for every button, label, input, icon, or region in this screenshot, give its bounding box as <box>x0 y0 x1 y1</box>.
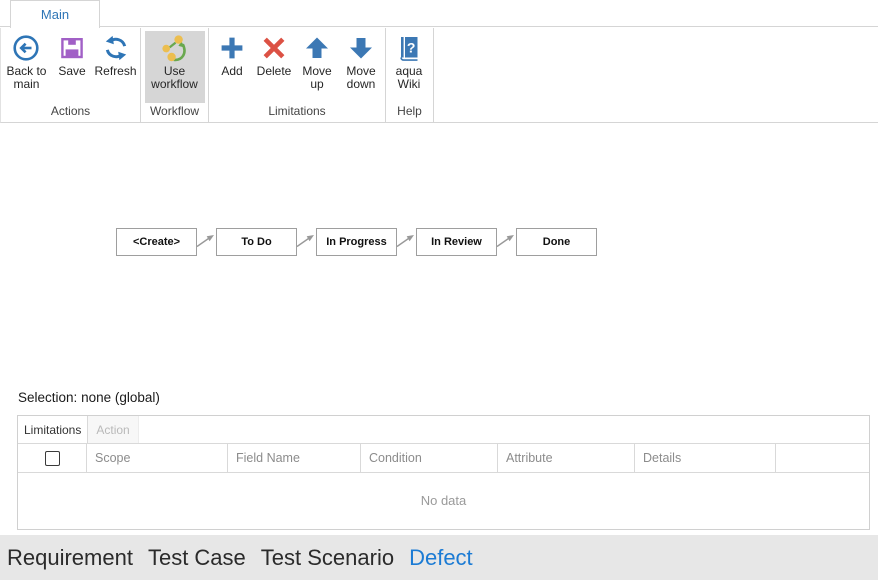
ribbon-group-help: ? aqua Wiki Help <box>386 28 434 122</box>
column-header-details[interactable]: Details <box>635 444 776 472</box>
tab-main[interactable]: Main <box>10 0 100 28</box>
item-type-requirement[interactable]: Requirement <box>7 545 133 571</box>
aqua-wiki-button[interactable]: ? aqua Wiki <box>387 31 431 103</box>
workflow-transition-arrow <box>197 228 216 256</box>
add-button[interactable]: Add <box>212 31 252 103</box>
header-checkbox-cell <box>18 444 87 472</box>
back-icon <box>12 34 40 62</box>
limitations-grid-header: Scope Field Name Condition Attribute Det… <box>18 444 869 473</box>
back-to-main-button[interactable]: Back to main <box>3 31 50 103</box>
panel-tab-strip: Limitations Action <box>18 416 869 444</box>
selection-label: Selection: <box>18 390 77 405</box>
ribbon-group-actions: Back to main Save <box>1 28 141 122</box>
tab-main-label: Main <box>41 7 69 22</box>
item-type-bar: Requirement Test Case Test Scenario Defe… <box>0 535 878 580</box>
ribbon: Back to main Save <box>0 28 878 123</box>
wiki-help-icon: ? <box>395 34 423 62</box>
column-header-condition[interactable]: Condition <box>361 444 498 472</box>
button-label: Use workflow <box>145 65 205 91</box>
button-label: Delete <box>257 65 292 78</box>
workflow-step-label: <Create> <box>133 236 180 248</box>
workflow-step-create[interactable]: <Create> <box>116 228 197 256</box>
item-type-defect[interactable]: Defect <box>409 545 473 571</box>
workflow-step-label: Done <box>543 236 571 248</box>
use-workflow-icon <box>161 34 189 62</box>
ribbon-group-label: Limitations <box>209 103 385 122</box>
button-label: Back to main <box>3 65 50 91</box>
panel-tab-label: Action <box>96 423 129 437</box>
button-label: Save <box>58 65 85 78</box>
button-label: Move down <box>338 65 384 91</box>
svg-text:?: ? <box>407 40 416 56</box>
panel-tab-action: Action <box>88 416 138 443</box>
workflow-step-label: In Review <box>431 236 482 248</box>
item-type-test-scenario[interactable]: Test Scenario <box>261 545 394 571</box>
limitations-grid-body: No data <box>18 473 869 527</box>
ribbon-group-label: Actions <box>1 103 140 122</box>
move-down-icon <box>347 34 375 62</box>
move-down-button[interactable]: Move down <box>338 31 384 103</box>
save-button[interactable]: Save <box>52 31 92 103</box>
panel-tab-limitations[interactable]: Limitations <box>18 416 88 443</box>
workflow-transition-arrow <box>497 228 516 256</box>
refresh-icon <box>102 34 130 62</box>
workflow-step-done[interactable]: Done <box>516 228 597 256</box>
ribbon-group-label: Help <box>386 103 433 122</box>
workflow-step-label: To Do <box>241 236 271 248</box>
delete-button[interactable]: Delete <box>252 31 296 103</box>
column-header-field-name[interactable]: Field Name <box>228 444 361 472</box>
save-icon <box>58 34 86 62</box>
ribbon-group-workflow: Use workflow Workflow <box>141 28 209 122</box>
button-label: aqua Wiki <box>387 65 431 91</box>
column-header-attribute[interactable]: Attribute <box>498 444 635 472</box>
workflow-editor-window: Main Back to main <box>0 0 878 580</box>
column-header-scope[interactable]: Scope <box>87 444 228 472</box>
workflow-diagram: <Create> To Do In Progress In Review Don <box>116 228 597 256</box>
use-workflow-button[interactable]: Use workflow <box>145 31 205 103</box>
workflow-step-todo[interactable]: To Do <box>216 228 297 256</box>
button-label: Add <box>221 65 242 78</box>
refresh-button[interactable]: Refresh <box>92 31 139 103</box>
workflow-step-label: In Progress <box>326 236 387 248</box>
workflow-step-inreview[interactable]: In Review <box>416 228 497 256</box>
limitations-panel: Limitations Action Scope Field Name Cond… <box>17 415 870 530</box>
workflow-step-inprogress[interactable]: In Progress <box>316 228 397 256</box>
select-all-checkbox[interactable] <box>45 451 60 466</box>
panel-tab-label: Limitations <box>24 423 81 437</box>
ribbon-group-label: Workflow <box>141 103 208 122</box>
ribbon-group-limitations: Add Delete Move up <box>209 28 386 122</box>
button-label: Refresh <box>95 65 137 78</box>
workflow-transition-arrow <box>397 228 416 256</box>
ribbon-tab-bar: Main <box>0 0 878 27</box>
selection-value: none (global) <box>81 390 160 405</box>
column-header-empty <box>776 444 869 472</box>
move-up-icon <box>303 34 331 62</box>
add-icon <box>218 34 246 62</box>
workflow-transition-arrow <box>297 228 316 256</box>
delete-icon <box>260 34 288 62</box>
move-up-button[interactable]: Move up <box>296 31 338 103</box>
no-data-message: No data <box>421 493 467 508</box>
selection-status: Selection: none (global) <box>18 390 160 405</box>
button-label: Move up <box>296 65 338 91</box>
item-type-test-case[interactable]: Test Case <box>148 545 246 571</box>
